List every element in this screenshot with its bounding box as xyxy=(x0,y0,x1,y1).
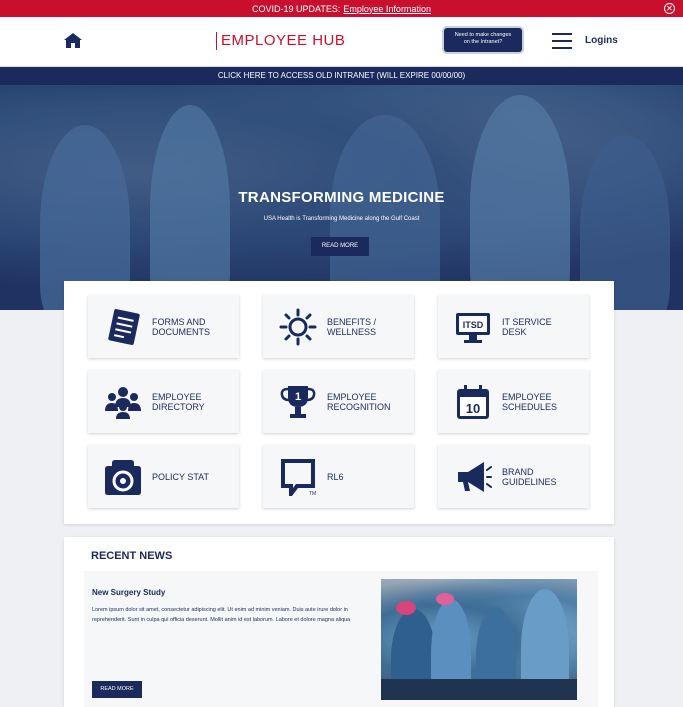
tile-employee-recognition[interactable]: 1 EMPLOYEE RECOGNITION xyxy=(263,370,414,433)
old-intranet-link[interactable]: CLICK HERE TO ACCESS OLD INTRANET (WILL … xyxy=(0,67,683,85)
tile-label-line1: EMPLOYEE xyxy=(502,391,552,402)
hero-read-more-button[interactable]: READ MORE xyxy=(311,237,369,256)
news-card: New Surgery Study Lorem ipsum dolor sit … xyxy=(84,571,598,707)
menu-icon[interactable] xyxy=(552,33,572,49)
tile-label-line2: WELLNESS xyxy=(327,326,377,337)
tile-benefits-wellness[interactable]: BENEFITS / WELLNESS xyxy=(263,295,414,358)
tile-it-service-desk[interactable]: ITSD IT SERVICE DESK xyxy=(438,295,589,358)
employee-information-link[interactable]: Employee Information xyxy=(343,4,431,14)
intranet-changes-button[interactable]: Need to make changes on the Intranet? xyxy=(444,28,522,52)
tile-label-line2: DOCUMENTS xyxy=(152,326,210,337)
change-button-line2: on the Intranet? xyxy=(463,39,503,45)
tile-label-line1: RL6 xyxy=(327,471,344,482)
covid-alert-bar: COVID-19 UPDATES: Employee Information ✕ xyxy=(0,0,683,17)
tile-label-line2: DESK xyxy=(502,326,527,337)
policystat-icon xyxy=(105,459,141,495)
tile-label-line1: EMPLOYEE xyxy=(152,391,202,402)
itsd-icon-text: ITSD xyxy=(463,320,484,330)
tile-employee-schedules[interactable]: 10 EMPLOYEE SCHEDULES xyxy=(438,370,589,433)
trophy-icon: 1 xyxy=(280,385,316,418)
alert-prefix: COVID-19 UPDATES: xyxy=(252,3,341,14)
tile-label-line2: GUIDELINES xyxy=(502,476,557,487)
sun-icon xyxy=(279,308,317,345)
close-icon[interactable]: ✕ xyxy=(664,3,675,14)
hero-banner: TRANSFORMING MEDICINE USA Health is Tran… xyxy=(0,85,683,310)
site-header: EMPLOYEE HUB Need to make changes on the… xyxy=(0,17,683,67)
calendar-icon: 10 xyxy=(457,384,489,419)
tile-label-line2: RECOGNITION xyxy=(327,401,391,412)
tile-label-line1: FORMS AND xyxy=(152,316,206,327)
employee-hub-logo[interactable]: EMPLOYEE HUB xyxy=(216,32,345,50)
news-item-image[interactable] xyxy=(381,579,577,700)
tile-forms-documents[interactable]: FORMS AND DOCUMENTS xyxy=(88,295,239,358)
home-icon[interactable] xyxy=(64,33,82,48)
news-read-more-button[interactable]: READ MORE xyxy=(92,681,142,698)
tile-label-line1: IT SERVICE xyxy=(502,316,552,327)
change-button-line1: Need to make changes xyxy=(454,32,512,38)
tile-label-line1: BRAND xyxy=(502,466,534,477)
hero-subtitle: USA Health is Transforming Medicine alon… xyxy=(263,216,420,222)
rl6-icon: TM xyxy=(281,458,316,496)
quick-links-panel: FORMS AND DOCUMENTS BENEFITS / WELLNESS IT… xyxy=(64,281,614,524)
tile-label-line2: DIRECTORY xyxy=(152,401,205,412)
tile-label-line2: SCHEDULES xyxy=(502,401,558,412)
megaphone-icon xyxy=(458,461,492,492)
forms-icon xyxy=(108,308,140,345)
recent-news-heading: RECENT NEWS xyxy=(91,550,173,562)
tile-label-line1: POLICY STAT xyxy=(152,471,210,482)
news-item-title[interactable]: New Surgery Study xyxy=(92,588,165,597)
people-icon xyxy=(105,386,141,419)
tile-label-line1: BENEFITS / xyxy=(327,316,377,327)
rl6-trademark: TM xyxy=(309,491,316,496)
trophy-icon-text: 1 xyxy=(295,391,301,403)
hero-title: TRANSFORMING MEDICINE xyxy=(238,189,445,206)
tile-label-line1: EMPLOYEE xyxy=(327,391,377,402)
itsd-monitor-icon: ITSD xyxy=(456,312,490,343)
news-item-body: Lorem ipsum dolor sit amet, consectetur … xyxy=(92,607,351,623)
tile-policy-stat[interactable]: POLICY STAT xyxy=(88,445,239,508)
tile-brand-guidelines[interactable]: BRAND GUIDELINES xyxy=(438,445,589,508)
recent-news-section: RECENT NEWS New Surgery Study Lorem ipsu… xyxy=(64,537,614,707)
tile-employee-directory[interactable]: EMPLOYEE DIRECTORY xyxy=(88,370,239,433)
logins-link[interactable]: Logins xyxy=(585,35,618,46)
calendar-icon-text: 10 xyxy=(466,401,480,416)
tile-rl6[interactable]: TM RL6 xyxy=(263,445,414,508)
